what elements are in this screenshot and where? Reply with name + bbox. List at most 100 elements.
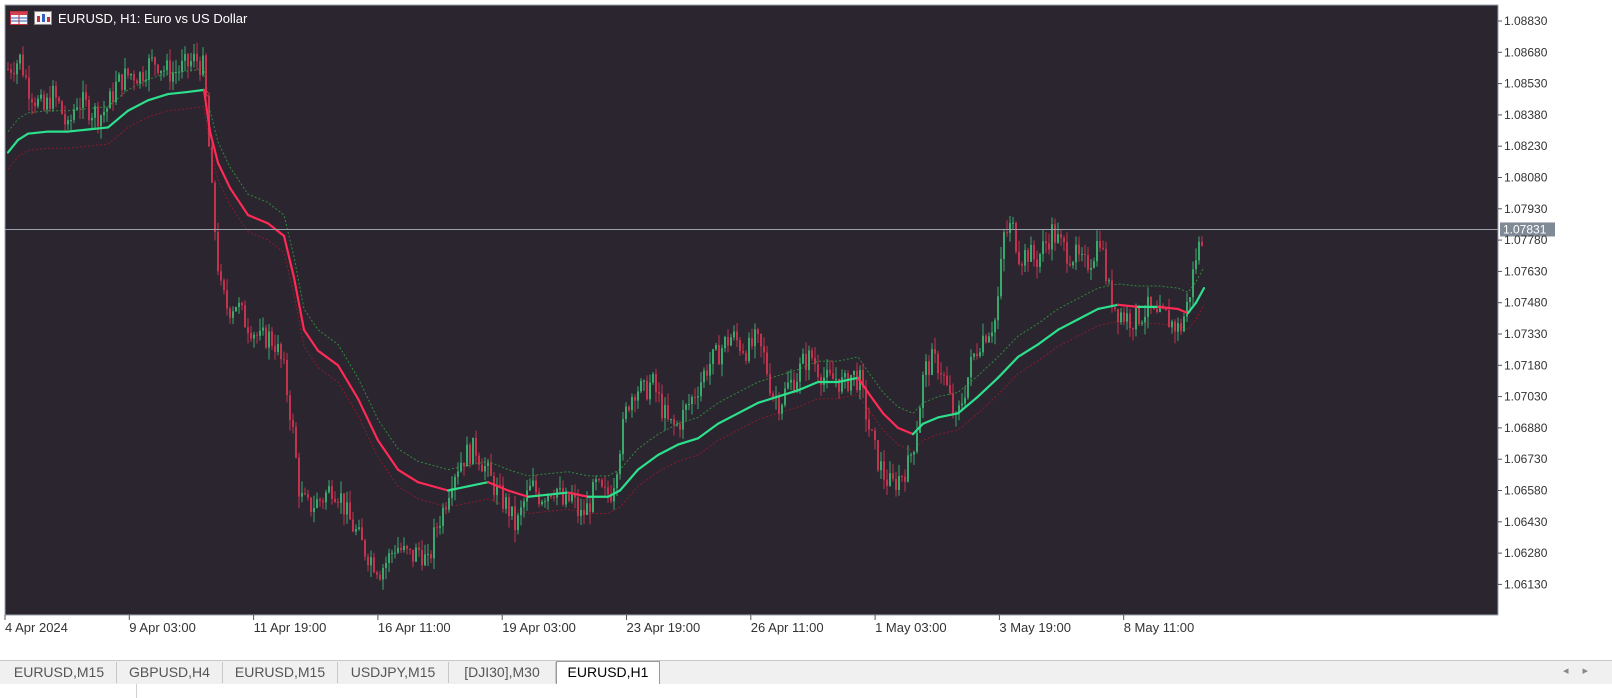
candle-body: [874, 430, 876, 441]
candle-body: [217, 232, 219, 272]
candle-body: [829, 369, 831, 374]
candle-body: [949, 385, 951, 394]
scroll-right-icon[interactable]: ▸: [1582, 665, 1602, 677]
candle-body: [529, 485, 531, 491]
candle-body: [76, 107, 78, 110]
candle-body: [238, 302, 240, 307]
candle-body: [1090, 267, 1092, 270]
candle-body: [1030, 244, 1032, 262]
candle-body: [967, 377, 969, 398]
candle-body: [835, 378, 837, 380]
candle-body: [175, 72, 177, 74]
candle-body: [811, 350, 813, 358]
candle-body: [22, 54, 24, 76]
price-chart[interactable]: 1.07831 1.088301.086801.085301.083801.08…: [0, 0, 1612, 660]
candle-body: [532, 480, 534, 486]
candle-body: [1045, 241, 1047, 244]
chart-icon[interactable]: [34, 11, 52, 25]
candle-body: [1087, 255, 1089, 270]
candle-body: [1000, 258, 1002, 297]
candle-body: [106, 108, 108, 112]
chart-window[interactable]: 1.07831 1.08830 1.08680 1.08530 1.08380 1.08…: [0, 0, 1612, 660]
candle-body: [37, 98, 39, 107]
candle-body: [1192, 269, 1194, 298]
candle-body: [961, 403, 963, 406]
candle-body: [739, 340, 741, 352]
candle-body: [544, 501, 546, 503]
candle-body: [616, 474, 618, 489]
candle-body: [337, 501, 339, 503]
candle-body: [202, 55, 204, 76]
candle-body: [427, 553, 429, 555]
candle-body: [691, 397, 693, 405]
candle-body: [184, 54, 186, 61]
candle-body: [736, 331, 738, 341]
candle-body: [103, 111, 105, 116]
candle-body: [1114, 307, 1116, 310]
candle-body: [1123, 312, 1125, 322]
candle-body: [1039, 254, 1041, 267]
candle-body: [1048, 243, 1050, 250]
candle-body: [1099, 240, 1101, 248]
candle-body: [142, 72, 144, 82]
tab-eurusd-m15[interactable]: EURUSD,M15: [2, 662, 117, 683]
tab-eurusd-h1[interactable]: EURUSD,H1: [556, 661, 660, 685]
candle-body: [133, 73, 135, 81]
candle-body: [172, 72, 174, 82]
status-bar: [0, 684, 1612, 698]
candle-body: [754, 329, 756, 347]
plot-area[interactable]: [5, 5, 1498, 615]
candle-body: [241, 302, 243, 306]
candle-body: [265, 327, 267, 348]
candle-body: [304, 493, 306, 495]
candle-body: [1069, 263, 1071, 266]
candle-body: [112, 91, 114, 103]
candle-body: [1195, 260, 1197, 270]
candle-body: [385, 562, 387, 569]
tab-scroll-arrows[interactable]: ◂▸: [1563, 664, 1602, 677]
candle-body: [1180, 323, 1182, 332]
candle-body: [130, 73, 132, 76]
candle-body: [349, 502, 351, 520]
candle-body: [1129, 313, 1131, 329]
candle-body: [298, 457, 300, 497]
y-tick-label: 1.06430: [1504, 515, 1548, 529]
candle-body: [1174, 321, 1176, 332]
candle-body: [1105, 248, 1107, 282]
candle-body: [541, 501, 543, 505]
candle-body: [28, 77, 30, 99]
candle-body: [1177, 323, 1179, 332]
candle-body: [331, 486, 333, 499]
candle-body: [1003, 232, 1005, 259]
candle-body: [505, 497, 507, 509]
scroll-left-icon[interactable]: ◂: [1563, 665, 1583, 677]
y-tick-label: 1.08080: [1504, 171, 1548, 185]
tab-gbpusd-h4[interactable]: GBPUSD,H4: [117, 662, 223, 683]
candle-body: [412, 549, 414, 562]
candle-body: [376, 572, 378, 575]
table-icon[interactable]: [10, 11, 28, 25]
candle-body: [280, 343, 282, 360]
y-tick-label: 1.07030: [1504, 390, 1548, 404]
candle-body: [256, 334, 258, 336]
status-divider: [136, 684, 137, 698]
candle-body: [1006, 232, 1008, 234]
candle-body: [1024, 250, 1026, 266]
candle-body: [283, 359, 285, 361]
candle-body: [115, 81, 117, 103]
candle-body: [463, 462, 465, 467]
candle-body: [13, 72, 15, 75]
candle-body: [448, 497, 450, 510]
candle-body: [148, 58, 150, 80]
candle-body: [160, 70, 162, 74]
candle-body: [253, 334, 255, 339]
candle-body: [1057, 234, 1059, 243]
candle-body: [934, 349, 936, 354]
tab-usdjpy-m15[interactable]: USDJPY,M15: [338, 662, 449, 683]
tab-dji30-m30[interactable]: [DJI30],M30: [449, 662, 556, 683]
tab-eurusd-m15-2[interactable]: EURUSD,M15: [223, 662, 338, 683]
candle-body: [937, 353, 939, 374]
candle-body: [751, 337, 753, 347]
candle-body: [1033, 244, 1035, 260]
candle-body: [637, 391, 639, 401]
